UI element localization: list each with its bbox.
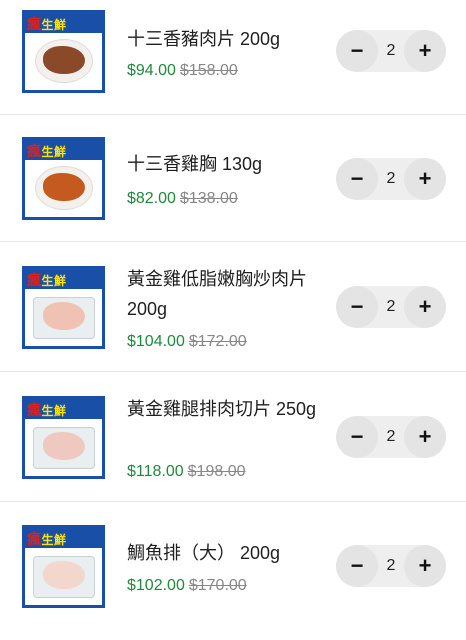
product-name[interactable]: 鯛魚排（大） 200g <box>127 538 327 568</box>
original-price: $198.00 <box>187 463 246 480</box>
increase-quantity-button[interactable]: + <box>404 286 446 328</box>
product-name[interactable]: 十三香雞胸 130g <box>127 149 327 179</box>
original-price: $138.00 <box>179 190 238 207</box>
quantity-stepper: − 2 + <box>336 30 446 72</box>
increase-quantity-button[interactable]: + <box>404 416 446 458</box>
quantity-value: 2 <box>386 428 396 445</box>
quantity-stepper: − 2 + <box>336 286 446 328</box>
decrease-quantity-button[interactable]: − <box>336 158 378 200</box>
sale-price: $82.00 <box>127 190 176 207</box>
cart-item: 瘋生鮮 十三香豬肉片 200g $94.00 $158.00 − 2 + <box>0 0 466 115</box>
cart-item: 瘋生鮮 鯛魚排（大） 200g $102.00 $170.00 − 2 + <box>0 502 466 640</box>
product-name[interactable]: 十三香豬肉片 200g <box>127 24 327 54</box>
quantity-value: 2 <box>386 298 396 315</box>
sale-price: $118.00 <box>127 463 184 480</box>
product-image[interactable]: 瘋生鮮 <box>22 266 105 349</box>
cart-item: 瘋生鮮 黃金雞低脂嫩胸炒肉片 200g $104.00 $172.00 − 2 + <box>0 242 466 372</box>
original-price: $172.00 <box>188 333 247 350</box>
brand-logo: 瘋生鮮 <box>27 17 67 33</box>
product-image[interactable]: 瘋生鮮 <box>22 525 105 608</box>
sale-price: $102.00 <box>127 577 185 594</box>
quantity-stepper: − 2 + <box>336 545 446 587</box>
sale-price: $104.00 <box>127 333 185 350</box>
product-name[interactable]: 黃金雞腿排肉切片 250g <box>127 394 327 424</box>
quantity-value: 2 <box>386 170 396 187</box>
cart-item: 瘋生鮮 十三香雞胸 130g $82.00 $138.00 − 2 + <box>0 115 466 242</box>
brand-logo: 瘋生鮮 <box>27 532 67 548</box>
decrease-quantity-button[interactable]: − <box>336 30 378 72</box>
brand-logo: 瘋生鮮 <box>27 403 67 419</box>
original-price: $158.00 <box>179 62 238 79</box>
increase-quantity-button[interactable]: + <box>404 158 446 200</box>
brand-logo: 瘋生鮮 <box>27 144 67 160</box>
cart-item: 瘋生鮮 黃金雞腿排肉切片 250g $118.00 $198.00 − 2 + <box>0 372 466 502</box>
product-image[interactable]: 瘋生鮮 <box>22 10 105 93</box>
quantity-value: 2 <box>386 42 396 59</box>
sale-price: $94.00 <box>127 62 176 79</box>
product-image[interactable]: 瘋生鮮 <box>22 396 105 479</box>
original-price: $170.00 <box>188 577 247 594</box>
product-name[interactable]: 黃金雞低脂嫩胸炒肉片 200g <box>127 264 327 324</box>
increase-quantity-button[interactable]: + <box>404 30 446 72</box>
cart-item-list: 瘋生鮮 十三香豬肉片 200g $94.00 $158.00 − 2 + 瘋生鮮 … <box>0 0 466 640</box>
product-image[interactable]: 瘋生鮮 <box>22 137 105 220</box>
quantity-value: 2 <box>386 557 396 574</box>
decrease-quantity-button[interactable]: − <box>336 416 378 458</box>
increase-quantity-button[interactable]: + <box>404 545 446 587</box>
quantity-stepper: − 2 + <box>336 158 446 200</box>
quantity-stepper: − 2 + <box>336 416 446 458</box>
decrease-quantity-button[interactable]: − <box>336 545 378 587</box>
decrease-quantity-button[interactable]: − <box>336 286 378 328</box>
brand-logo: 瘋生鮮 <box>27 273 67 289</box>
